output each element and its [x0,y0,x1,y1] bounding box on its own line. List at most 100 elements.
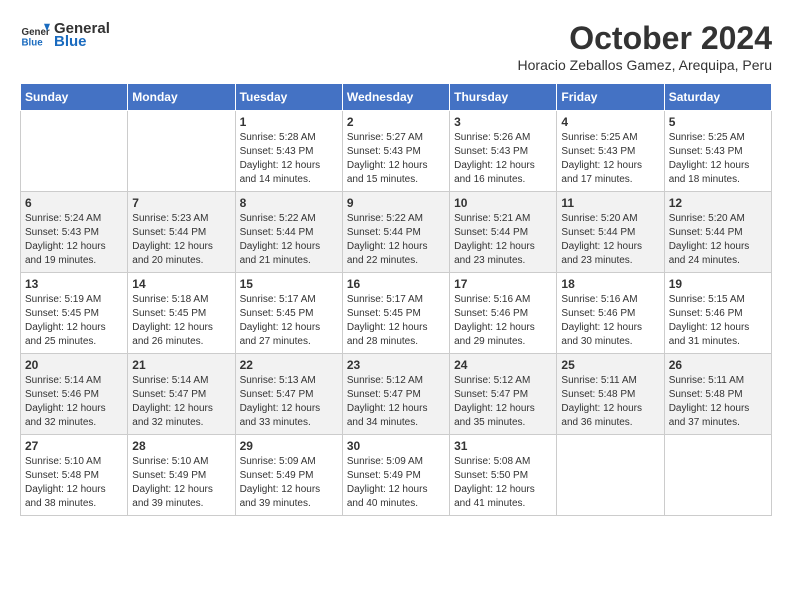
calendar-cell: 22Sunrise: 5:13 AM Sunset: 5:47 PM Dayli… [235,354,342,435]
title-block: October 2024 Horacio Zeballos Gamez, Are… [518,20,772,73]
calendar-week-row: 1Sunrise: 5:28 AM Sunset: 5:43 PM Daylig… [21,111,772,192]
calendar-cell: 9 Sunrise: 5:22 AM Sunset: 5:44 PM Daylig… [342,192,449,273]
calendar-cell: 15 Sunrise: 5:17 AM Sunset: 5:45 PM Dayli… [235,273,342,354]
day-info: Sunrise: 5:14 AM Sunset: 5:47 PM Dayligh… [132,374,230,430]
day-number: 30 [347,439,445,453]
day-info: Sunrise: 5:21 AM Sunset: 5:44 PM Dayligh… [454,212,552,268]
day-info: Sunrise: 5:22 AM Sunset: 5:44 PM Dayligh… [347,212,445,268]
day-number: 27 [25,439,123,453]
day-info: Sunrise: 5:18 AM Sunset: 5:45 PM Dayligh… [132,293,230,349]
calendar-cell: 16 Sunrise: 5:17 AM Sunset: 5:45 PM Dayli… [342,273,449,354]
day-number: 6 [25,196,123,210]
calendar-cell: 18 Sunrise: 5:16 AM Sunset: 5:46 PM Dayli… [557,273,664,354]
day-number: 18 [561,277,659,291]
day-info: Sunrise: 5:09 AM Sunset: 5:49 PM Dayligh… [347,455,445,511]
logo: General Blue General Blue [20,20,110,50]
day-info: Sunrise: 5:11 AM Sunset: 5:48 PM Dayligh… [561,374,659,430]
day-info: Sunrise: 5:17 AM Sunset: 5:45 PM Dayligh… [240,293,338,349]
calendar-cell: 27 Sunrise: 5:10 AM Sunset: 5:48 PM Dayli… [21,435,128,516]
weekday-header-sunday: Sunday [21,84,128,111]
day-info: Sunrise: 5:22 AM Sunset: 5:44 PM Dayligh… [240,212,338,268]
calendar-cell [128,111,235,192]
day-number: 14 [132,277,230,291]
day-info: Sunrise: 5:08 AM Sunset: 5:50 PM Dayligh… [454,455,552,511]
calendar-cell: 11 Sunrise: 5:20 AM Sunset: 5:44 PM Dayli… [557,192,664,273]
day-info: Sunrise: 5:10 AM Sunset: 5:49 PM Dayligh… [132,455,230,511]
svg-text:Blue: Blue [22,38,44,49]
day-number: 15 [240,277,338,291]
calendar-cell: 25 Sunrise: 5:11 AM Sunset: 5:48 PM Dayli… [557,354,664,435]
calendar-week-row: 6 Sunrise: 5:24 AM Sunset: 5:43 PM Daylig… [21,192,772,273]
calendar-cell: 7Sunrise: 5:23 AM Sunset: 5:44 PM Daylig… [128,192,235,273]
day-number: 25 [561,358,659,372]
calendar-cell: 5Sunrise: 5:25 AM Sunset: 5:43 PM Daylig… [664,111,771,192]
day-number: 26 [669,358,767,372]
calendar-cell: 23Sunrise: 5:12 AM Sunset: 5:47 PM Dayli… [342,354,449,435]
day-number: 10 [454,196,552,210]
calendar-cell: 10 Sunrise: 5:21 AM Sunset: 5:44 PM Dayli… [450,192,557,273]
day-info: Sunrise: 5:16 AM Sunset: 5:46 PM Dayligh… [561,293,659,349]
day-number: 23 [347,358,445,372]
calendar-cell [664,435,771,516]
weekday-header-monday: Monday [128,84,235,111]
day-info: Sunrise: 5:20 AM Sunset: 5:44 PM Dayligh… [561,212,659,268]
calendar-cell: 4 Sunrise: 5:25 AM Sunset: 5:43 PM Daylig… [557,111,664,192]
calendar-cell: 19 Sunrise: 5:15 AM Sunset: 5:46 PM Dayli… [664,273,771,354]
svg-text:General: General [22,27,51,38]
calendar-cell: 12 Sunrise: 5:20 AM Sunset: 5:44 PM Dayli… [664,192,771,273]
day-number: 9 [347,196,445,210]
day-number: 2 [347,115,445,129]
weekday-header-tuesday: Tuesday [235,84,342,111]
weekday-header-saturday: Saturday [664,84,771,111]
calendar-cell: 2Sunrise: 5:27 AM Sunset: 5:43 PM Daylig… [342,111,449,192]
calendar-table: SundayMondayTuesdayWednesdayThursdayFrid… [20,83,772,516]
calendar-cell: 30 Sunrise: 5:09 AM Sunset: 5:49 PM Dayli… [342,435,449,516]
logo-icon: General Blue [20,20,50,50]
day-info: Sunrise: 5:10 AM Sunset: 5:48 PM Dayligh… [25,455,123,511]
calendar-cell: 17Sunrise: 5:16 AM Sunset: 5:46 PM Dayli… [450,273,557,354]
calendar-cell: 24Sunrise: 5:12 AM Sunset: 5:47 PM Dayli… [450,354,557,435]
calendar-cell: 28 Sunrise: 5:10 AM Sunset: 5:49 PM Dayli… [128,435,235,516]
day-number: 16 [347,277,445,291]
day-info: Sunrise: 5:17 AM Sunset: 5:45 PM Dayligh… [347,293,445,349]
day-number: 11 [561,196,659,210]
calendar-cell: 20 Sunrise: 5:14 AM Sunset: 5:46 PM Dayli… [21,354,128,435]
calendar-cell: 8 Sunrise: 5:22 AM Sunset: 5:44 PM Daylig… [235,192,342,273]
day-number: 7 [132,196,230,210]
day-info: Sunrise: 5:20 AM Sunset: 5:44 PM Dayligh… [669,212,767,268]
day-number: 29 [240,439,338,453]
calendar-cell: 1Sunrise: 5:28 AM Sunset: 5:43 PM Daylig… [235,111,342,192]
day-number: 21 [132,358,230,372]
location-subtitle: Horacio Zeballos Gamez, Arequipa, Peru [518,57,772,73]
calendar-cell: 26 Sunrise: 5:11 AM Sunset: 5:48 PM Dayli… [664,354,771,435]
day-info: Sunrise: 5:15 AM Sunset: 5:46 PM Dayligh… [669,293,767,349]
day-number: 28 [132,439,230,453]
day-info: Sunrise: 5:13 AM Sunset: 5:47 PM Dayligh… [240,374,338,430]
month-year-title: October 2024 [518,20,772,57]
page-header: General Blue General Blue October 2024 H… [20,20,772,73]
day-number: 19 [669,277,767,291]
day-number: 4 [561,115,659,129]
calendar-cell: 14 Sunrise: 5:18 AM Sunset: 5:45 PM Dayli… [128,273,235,354]
day-info: Sunrise: 5:24 AM Sunset: 5:43 PM Dayligh… [25,212,123,268]
day-number: 8 [240,196,338,210]
day-number: 13 [25,277,123,291]
day-info: Sunrise: 5:16 AM Sunset: 5:46 PM Dayligh… [454,293,552,349]
logo-blue: Blue [54,33,110,50]
day-number: 20 [25,358,123,372]
day-info: Sunrise: 5:09 AM Sunset: 5:49 PM Dayligh… [240,455,338,511]
day-number: 12 [669,196,767,210]
day-info: Sunrise: 5:26 AM Sunset: 5:43 PM Dayligh… [454,131,552,187]
day-info: Sunrise: 5:28 AM Sunset: 5:43 PM Dayligh… [240,131,338,187]
calendar-week-row: 13Sunrise: 5:19 AM Sunset: 5:45 PM Dayli… [21,273,772,354]
calendar-cell: 31Sunrise: 5:08 AM Sunset: 5:50 PM Dayli… [450,435,557,516]
day-info: Sunrise: 5:14 AM Sunset: 5:46 PM Dayligh… [25,374,123,430]
day-info: Sunrise: 5:25 AM Sunset: 5:43 PM Dayligh… [561,131,659,187]
calendar-header-row: SundayMondayTuesdayWednesdayThursdayFrid… [21,84,772,111]
calendar-cell: 3Sunrise: 5:26 AM Sunset: 5:43 PM Daylig… [450,111,557,192]
weekday-header-thursday: Thursday [450,84,557,111]
day-number: 5 [669,115,767,129]
calendar-cell: 21 Sunrise: 5:14 AM Sunset: 5:47 PM Dayli… [128,354,235,435]
day-info: Sunrise: 5:12 AM Sunset: 5:47 PM Dayligh… [454,374,552,430]
day-info: Sunrise: 5:11 AM Sunset: 5:48 PM Dayligh… [669,374,767,430]
